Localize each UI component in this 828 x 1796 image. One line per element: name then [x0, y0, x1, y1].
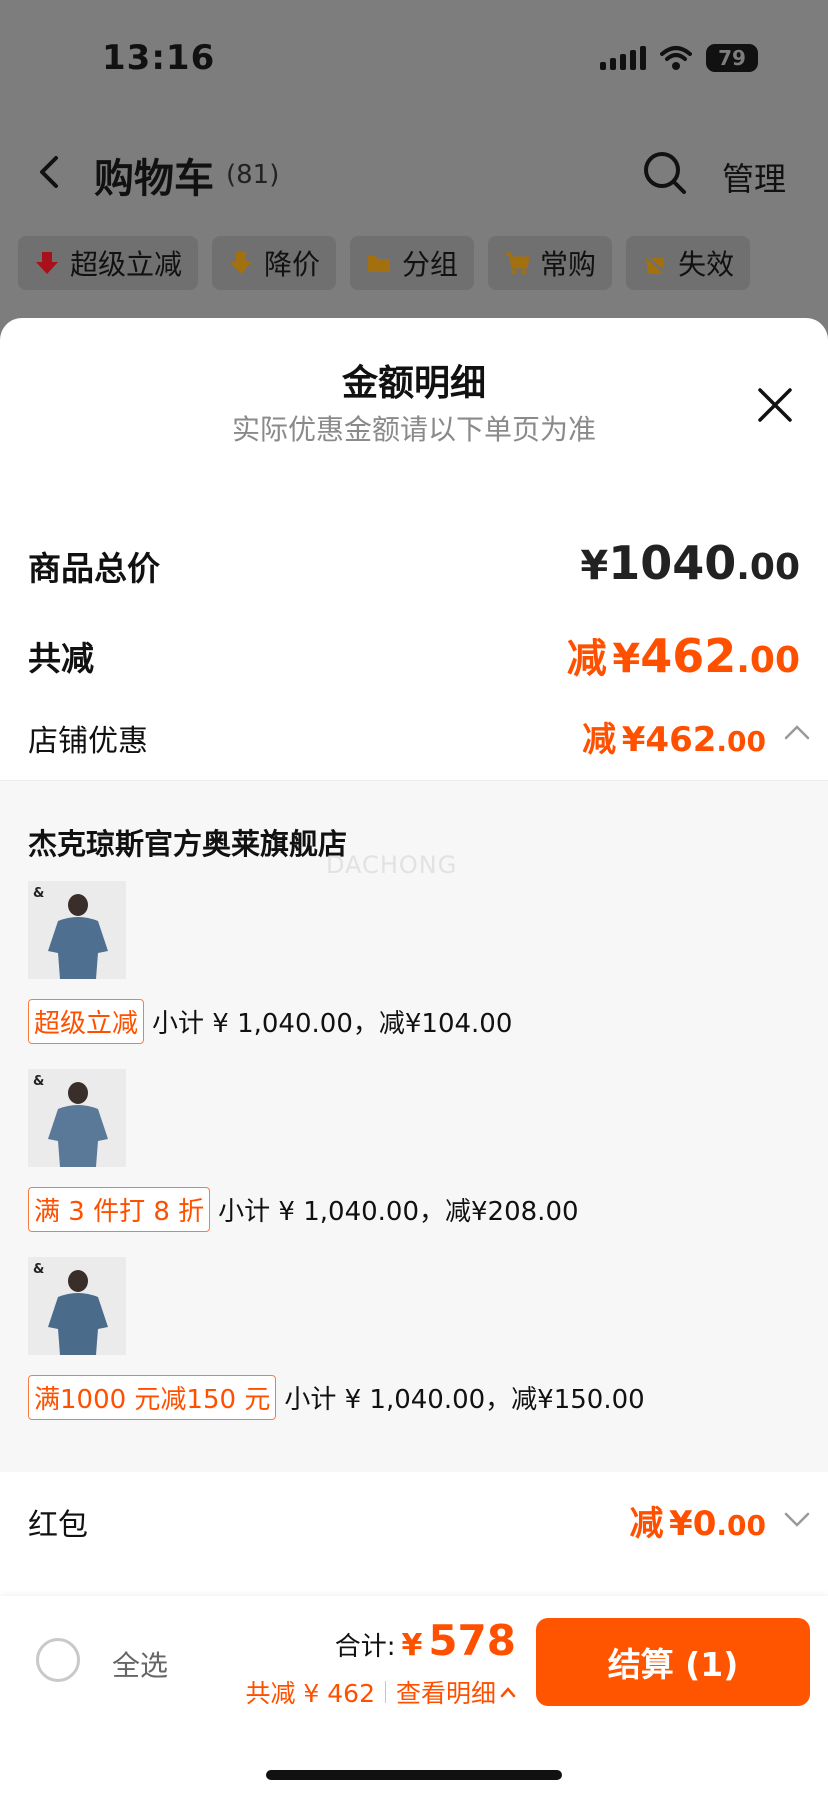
- cart-icon: [506, 252, 530, 275]
- select-all-checkbox[interactable]: [36, 1638, 80, 1682]
- chip-label: 超级立减: [70, 248, 183, 281]
- chip-label: 降价: [264, 248, 321, 281]
- svg-text:&: &: [33, 886, 44, 901]
- chip-label: 分组: [402, 248, 459, 281]
- promo-subtotal: 小计 ¥ 1,040.00，减¥208.00: [218, 1197, 579, 1227]
- chip-label: 失效: [678, 248, 735, 281]
- chip-expired[interactable]: 失效: [626, 236, 751, 290]
- cart-count: (81): [226, 160, 280, 190]
- price-drop-icon: [230, 252, 253, 274]
- svg-text:&: &: [33, 1262, 44, 1277]
- store-discount-detail: 杰克琼斯官方奥莱旗舰店 DACHONG & 超级立减 小计 ¥ 1,040.00…: [0, 780, 828, 1472]
- store-discount-label: 店铺优惠: [28, 724, 148, 759]
- promo-tag: 满 3 件打 8 折: [28, 1187, 211, 1232]
- total-reduce-label: 共减: [28, 639, 94, 678]
- chip-group[interactable]: 分组: [350, 236, 475, 290]
- store-discount-row[interactable]: 店铺优惠 减 ¥462.00: [28, 712, 810, 764]
- view-detail-label: 查看明细: [395, 1679, 496, 1708]
- red-packet-label: 红包: [28, 1508, 88, 1543]
- amount-detail-sheet: 金额明细 实际优惠金额请以下单页为准 商品总价 ¥1040.00 共减 减 ¥4…: [0, 318, 828, 1796]
- total-currency: ¥: [401, 1628, 423, 1663]
- red-packet-row[interactable]: 红包 减 ¥0.00: [28, 1496, 810, 1548]
- chip-label: 常购: [540, 248, 597, 281]
- wifi-icon: [660, 46, 692, 70]
- cart-header: 购物车 (81) 管理: [0, 140, 828, 210]
- chevron-up-icon: [500, 1687, 516, 1698]
- goods-total-label: 商品总价: [28, 549, 160, 588]
- sheet-title: 金额明细: [341, 363, 486, 404]
- status-time: 13:16: [102, 38, 216, 78]
- close-icon[interactable]: [756, 386, 794, 424]
- product-thumbnail[interactable]: &: [28, 881, 126, 979]
- promo-tag: 超级立减: [28, 999, 145, 1044]
- promo-subtotal: 小计 ¥ 1,040.00，减¥150.00: [284, 1385, 645, 1415]
- product-image: &: [28, 881, 126, 979]
- search-icon[interactable]: [642, 150, 688, 196]
- chip-frequent[interactable]: 常购: [488, 236, 613, 290]
- product-thumbnail[interactable]: &: [28, 1069, 126, 1167]
- saved-amount: 共减 ¥ 462: [245, 1679, 375, 1708]
- promo-tag: 满1000 元减150 元: [28, 1375, 277, 1420]
- back-arrow-icon[interactable]: [34, 152, 64, 192]
- checkout-button[interactable]: 结算 (1): [536, 1618, 810, 1706]
- view-detail-link[interactable]: 查看明细: [396, 1674, 516, 1710]
- total-reduce-value: 减 ¥462.00: [566, 629, 800, 683]
- filter-chips: 超级立减 降价 分组 常购 失效: [18, 236, 751, 290]
- battery-icon: 79: [706, 44, 758, 72]
- chip-price-drop[interactable]: 降价: [212, 236, 337, 290]
- chip-super-discount[interactable]: 超级立减: [18, 236, 199, 290]
- red-packet-value: 减 ¥0.00: [629, 1504, 766, 1544]
- home-indicator: [266, 1770, 562, 1780]
- expired-bag-icon: [643, 252, 668, 276]
- watermark: DACHONG: [326, 851, 458, 879]
- product-image: &: [28, 1257, 126, 1355]
- promo-subtotal: 小计 ¥ 1,040.00，减¥104.00: [152, 1009, 513, 1039]
- down-arrow-icon: [36, 252, 58, 274]
- goods-total-row: 商品总价 ¥1040.00: [28, 536, 800, 596]
- checkout-bar: 全选 合计: ¥ 578 共减 ¥ 462 查看明细 结算 (1): [0, 1596, 828, 1796]
- svg-text:&: &: [33, 1074, 44, 1089]
- product-thumbnail[interactable]: &: [28, 1257, 126, 1355]
- chevron-up-icon: [784, 725, 810, 740]
- sheet-subtitle: 实际优惠金额请以下单页为准: [231, 413, 596, 446]
- store-discount-value: 减 ¥462.00: [582, 720, 766, 760]
- promo-line: 满1000 元减150 元 小计 ¥ 1,040.00，减¥150.00: [28, 1375, 645, 1420]
- chevron-down-icon: [784, 1512, 810, 1527]
- status-icons: 79: [600, 44, 758, 72]
- status-bar: 13:16 79: [0, 0, 828, 120]
- total-amount: 578: [428, 1616, 516, 1665]
- total-line: 合计: ¥ 578: [335, 1616, 516, 1665]
- divider: [384, 1681, 386, 1703]
- total-label: 合计:: [334, 1632, 396, 1662]
- total-reduce-row: 共减 减 ¥462.00: [28, 626, 800, 686]
- folder-icon: [368, 256, 391, 272]
- select-all-label[interactable]: 全选: [112, 1644, 168, 1684]
- promo-line: 满 3 件打 8 折 小计 ¥ 1,040.00，减¥208.00: [28, 1187, 579, 1232]
- manage-button[interactable]: 管理: [722, 154, 786, 200]
- goods-total-value: ¥1040.00: [580, 536, 800, 590]
- product-image: &: [28, 1069, 126, 1167]
- signal-icon: [600, 46, 646, 70]
- store-name: 杰克琼斯官方奥莱旗舰店: [28, 827, 348, 861]
- saved-line: 共减 ¥ 462 查看明细: [245, 1674, 516, 1710]
- page-title: 购物车: [94, 156, 214, 202]
- promo-line: 超级立减 小计 ¥ 1,040.00，减¥104.00: [28, 999, 512, 1044]
